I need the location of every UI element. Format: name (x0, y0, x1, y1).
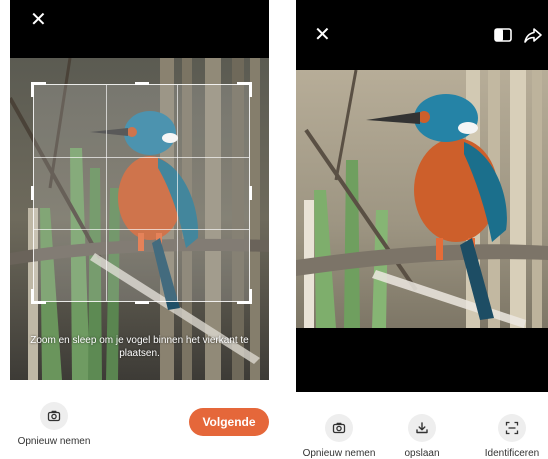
crop-screen: ✕ Zoom en sleep om je vogel binnen het v… (10, 0, 269, 459)
retake-button[interactable]: Opnieuw nemen (14, 402, 94, 447)
grid-line (105, 85, 107, 301)
crop-handle-bottom-right[interactable] (237, 289, 252, 304)
crop-square[interactable] (31, 82, 252, 304)
grid-line (34, 228, 249, 230)
bird-photo (296, 70, 548, 328)
next-button[interactable]: Volgende (189, 408, 269, 436)
crop-handle-top[interactable] (134, 82, 149, 85)
download-icon (408, 414, 436, 442)
image-bottom-band (296, 328, 548, 392)
identify-button[interactable]: Identificeren (478, 414, 546, 459)
crop-hint: Zoom en sleep om je vogel binnen het vie… (30, 335, 249, 359)
retake-label: Opnieuw nemen (17, 436, 91, 447)
identify-label: Identificeren (484, 448, 540, 459)
save-label: opslaan (404, 448, 440, 459)
bottom-bar: Opnieuw nemen opslaan Identificeren (296, 392, 548, 459)
close-icon[interactable]: ✕ (30, 10, 47, 30)
crop-handle-right[interactable] (249, 186, 252, 200)
result-screen: ✕ Opnieuw nemen opslaan Identificeren (296, 0, 548, 459)
crop-handle-top-left[interactable] (31, 82, 46, 97)
bird-photo[interactable]: Zoom en sleep om je vogel binnen het vie… (10, 58, 269, 380)
crop-handle-bottom[interactable] (134, 301, 149, 304)
camera-icon (40, 402, 68, 430)
save-button[interactable]: opslaan (389, 414, 455, 459)
camera-icon (325, 414, 353, 442)
compare-icon[interactable] (492, 24, 514, 46)
share-icon[interactable] (522, 24, 544, 46)
crop-handle-left[interactable] (31, 186, 34, 200)
crop-handle-top-right[interactable] (237, 82, 252, 97)
bottom-bar: Opnieuw nemen Volgende (10, 380, 269, 459)
kingfisher-image (296, 70, 548, 328)
retake-label: Opnieuw nemen (302, 448, 376, 459)
top-bar: ✕ (10, 0, 269, 58)
crop-handle-bottom-left[interactable] (31, 289, 46, 304)
retake-button[interactable]: Opnieuw nemen (299, 414, 379, 459)
close-icon[interactable]: ✕ (314, 25, 331, 45)
scan-icon (498, 414, 526, 442)
grid-line (177, 85, 179, 301)
top-bar: ✕ (296, 0, 548, 70)
grid-line (34, 156, 249, 158)
